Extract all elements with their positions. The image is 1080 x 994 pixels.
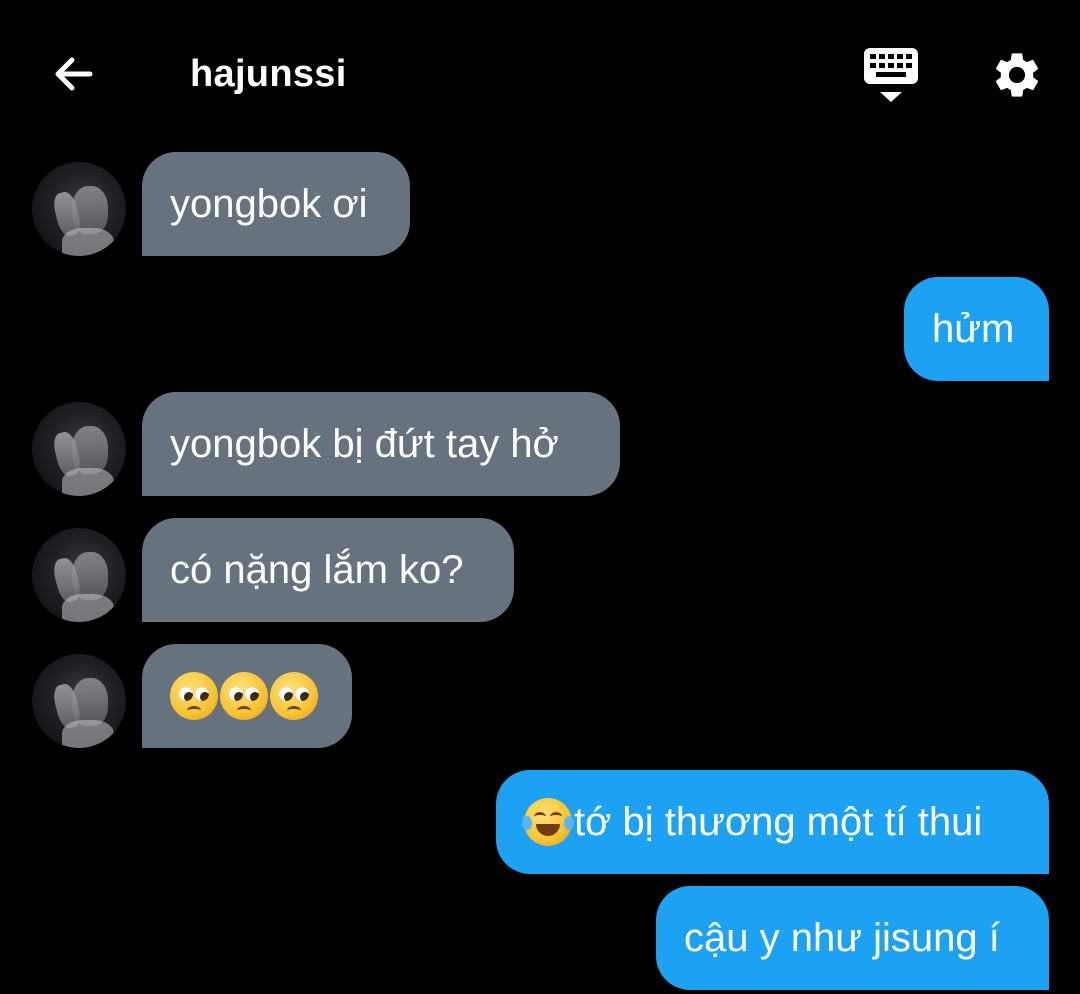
message-bubble-incoming[interactable]: có nặng lắm ko? [142, 518, 514, 622]
avatar[interactable] [32, 402, 126, 496]
keyboard-icon [864, 48, 918, 102]
message-text: yongbok bị đứt tay hở [170, 421, 559, 466]
message-bubble-outgoing[interactable]: tớ bị thương một tí thui [496, 770, 1049, 874]
message-bubble-outgoing[interactable]: hửm [904, 277, 1049, 381]
arrow-left-icon [55, 57, 93, 91]
settings-button[interactable] [984, 44, 1050, 106]
message-bubble-incoming[interactable] [142, 644, 352, 748]
message-text: hửm [932, 306, 1015, 351]
message-text: tớ bị thương một tí thui [574, 799, 983, 844]
keyboard-button[interactable] [858, 44, 924, 106]
avatar[interactable] [32, 162, 126, 256]
message-bubble-outgoing[interactable]: cậu y như jisung í [656, 886, 1049, 990]
avatar[interactable] [32, 654, 126, 748]
message-text: cậu y như jisung í [684, 915, 1000, 960]
conversation-title: hajunssi [190, 53, 347, 95]
pleading-face-icon [270, 672, 318, 720]
message-text: có nặng lắm ko? [170, 547, 464, 592]
pleading-face-icon [170, 672, 218, 720]
message-bubble-incoming[interactable]: yongbok bị đứt tay hở [142, 392, 620, 496]
gear-icon [995, 53, 1039, 97]
face-with-tears-of-joy-icon [522, 798, 574, 846]
emoji-group [170, 672, 318, 720]
back-button[interactable] [44, 44, 104, 104]
pleading-face-icon [220, 672, 268, 720]
message-text: yongbok ơi [170, 181, 368, 226]
chat-header: hajunssi [0, 0, 1080, 140]
message-bubble-incoming[interactable]: yongbok ơi [142, 152, 410, 256]
avatar[interactable] [32, 528, 126, 622]
